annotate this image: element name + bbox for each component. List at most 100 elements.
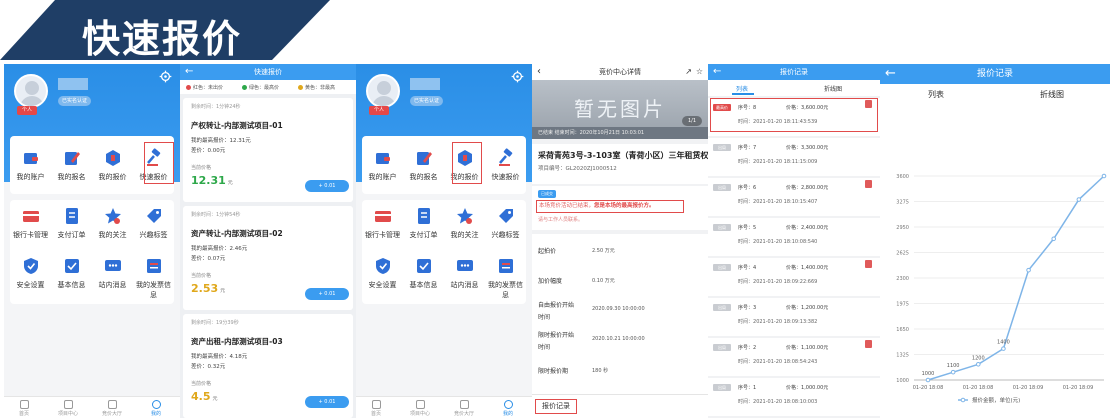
menu-quick-quote[interactable]: 快速报价 [485, 148, 526, 182]
back-arrow-icon[interactable]: ‹ [537, 64, 541, 79]
active-tab-underline [732, 93, 754, 95]
data-point [1076, 197, 1082, 202]
menu-basic-info[interactable]: 基本信息 [51, 256, 92, 290]
record-row: 出局 序号：1 价格：1,000.00元 时间：2021-01-20 18:08:10… [708, 378, 880, 416]
menu-bank-card[interactable]: 银行卡管理 [10, 206, 51, 240]
back-arrow-icon[interactable]: ← [185, 64, 193, 79]
price-difference: 差价：0.00元 [191, 146, 225, 154]
share-icon[interactable]: ↗ [685, 64, 692, 80]
menu-pay-order[interactable]: 支付订单 [51, 206, 92, 240]
menu-my-quote[interactable]: 我的报价 [92, 148, 133, 182]
menu-basic-info[interactable]: 基本信息 [403, 256, 444, 290]
legend-red: 红色：未出价 [186, 84, 223, 91]
tab-label: 我的 [150, 411, 161, 417]
menu-my-signup[interactable]: 我的报名 [403, 148, 444, 182]
y-tick-label: 1975 [896, 302, 909, 308]
menu-messages[interactable]: 站内消息 [92, 256, 133, 290]
tab-home[interactable]: 首页 [4, 400, 44, 417]
menu-my-account[interactable]: 我的账户 [10, 148, 51, 182]
record-time: 时间：2021-01-20 18:11:15:009 [738, 158, 817, 165]
label: 序号： [738, 145, 754, 151]
record-price: 价格：3,300.00元 [786, 144, 828, 151]
tab-mine[interactable]: 我的 [488, 400, 528, 417]
bottom-tab-bar: 首页 项目中心 竞价大厅 我的 [4, 396, 180, 418]
chart-area: 1000 1325 1650 1975 2300 2625 2950 3275 3600 01-2… [880, 104, 1110, 418]
menu-security[interactable]: 安全设置 [362, 256, 403, 290]
menu-interest-tag[interactable]: 兴趣标签 [133, 206, 174, 240]
tab-list[interactable]: 列表 [928, 89, 944, 100]
avatar[interactable] [14, 74, 48, 108]
avatar[interactable] [366, 74, 400, 108]
menu-label: 银行卡管理 [365, 231, 400, 239]
tab-home[interactable]: 首页 [356, 400, 396, 417]
user-type-tag: 个人 [369, 106, 389, 115]
menu-pay-order[interactable]: 支付订单 [403, 206, 444, 240]
quote-card[interactable]: 剩余时间：19分39秒 资产出租-内部测试项目-03 我的最高报价：4.18元 … [183, 314, 353, 418]
legend-yellow: 黄色：非最高 [298, 84, 335, 91]
menu-bank-card[interactable]: 银行卡管理 [362, 206, 403, 240]
label: 序号： [738, 385, 754, 391]
quote-card[interactable]: 剩余时间：1分钟54秒 资产转让-内部测试项目-02 我的最高报价：2.46元 … [183, 206, 353, 310]
menu-invoice[interactable]: 我的发票信息 [485, 256, 526, 300]
raise-bid-button[interactable]: + 0.01 [305, 180, 349, 192]
label: 差价： [191, 256, 208, 262]
raise-bid-button[interactable]: + 0.01 [305, 288, 349, 300]
chart-navbar: ← 报价记录 [880, 64, 1110, 84]
tab-projects[interactable]: 项目中心 [48, 400, 88, 417]
menu-my-follow[interactable]: 我的关注 [92, 206, 133, 240]
home-icon [371, 400, 381, 409]
my-highest-quote: 我的最高报价：2.46元 [191, 244, 247, 252]
gear-icon[interactable] [511, 70, 524, 83]
tab-projects[interactable]: 项目中心 [400, 400, 440, 417]
deal-status-badge: 已成交 [538, 190, 556, 198]
label: 时间： [738, 239, 754, 245]
label: 价格： [786, 185, 802, 191]
menu-invoice[interactable]: 我的发票信息 [133, 256, 174, 300]
menu-messages[interactable]: 站内消息 [444, 256, 485, 290]
legend-label: 黄色：非最高 [305, 85, 336, 91]
gear-icon[interactable] [159, 70, 172, 83]
menu-my-account[interactable]: 我的账户 [362, 148, 403, 182]
label: 时间： [738, 279, 754, 285]
favorite-icon[interactable]: ☆ [696, 64, 703, 80]
record-row: 出局 序号：7 价格：3,300.00元 时间：2021-01-20 18:11:15… [708, 138, 880, 176]
data-label: 1200 [972, 355, 985, 361]
record-price: 价格：1,200.00元 [786, 304, 828, 311]
quote-record-button[interactable]: 报价记录 [535, 399, 577, 414]
y-tick-label: 1650 [896, 327, 909, 333]
star-icon [104, 208, 121, 224]
value: 1 [753, 385, 757, 391]
tab-line-chart[interactable]: 折线图 [824, 84, 842, 93]
record-seq: 序号：6 [738, 184, 756, 191]
tab-bidding-hall[interactable]: 竞价大厅 [92, 400, 132, 417]
tab-list[interactable]: 列表 [736, 84, 748, 93]
back-arrow-icon[interactable]: ← [713, 64, 721, 79]
tab-line-chart[interactable]: 折线图 [1040, 89, 1064, 100]
tab-label: 首页 [18, 411, 29, 417]
tab-mine[interactable]: 我的 [136, 400, 176, 417]
username-masked [58, 78, 88, 90]
gavel-icon [498, 148, 512, 166]
account-grid-top: 我的账户 我的报名 我的报价 快速报价 [362, 136, 526, 194]
record-status-badge: 出局 [713, 224, 731, 231]
notice-highlight: 您是本场的最高报价方。 [594, 203, 655, 209]
project-title: 产权转让-内部测试项目-01 [191, 121, 283, 130]
value: 2021-01-20 18:08:10:003 [753, 399, 818, 405]
menu-security[interactable]: 安全设置 [10, 256, 51, 290]
tab-label: 首页 [370, 411, 381, 417]
tab-label: 竞价大厅 [101, 411, 122, 417]
tab-bidding-hall[interactable]: 竞价大厅 [444, 400, 484, 417]
back-arrow-icon[interactable]: ← [885, 64, 896, 83]
menu-interest-tag[interactable]: 兴趣标签 [485, 206, 526, 240]
value: 4.18元 [229, 354, 248, 360]
menu-my-signup[interactable]: 我的报名 [51, 148, 92, 182]
value: 2,800.00元 [801, 185, 829, 191]
quote-card[interactable]: 剩余时间：1分钟24秒 产权转让-内部测试项目-01 我的最高报价：12.31元… [183, 98, 353, 202]
bookmark-icon [865, 180, 872, 188]
raise-bid-button[interactable]: + 0.01 [305, 396, 349, 408]
value: 2021-01-20 18:08:54:243 [753, 359, 818, 365]
tag-icon [498, 209, 513, 223]
record-seq: 序号：3 [738, 304, 756, 311]
menu-my-follow[interactable]: 我的关注 [444, 206, 485, 240]
value: 0.07元 [207, 256, 226, 262]
